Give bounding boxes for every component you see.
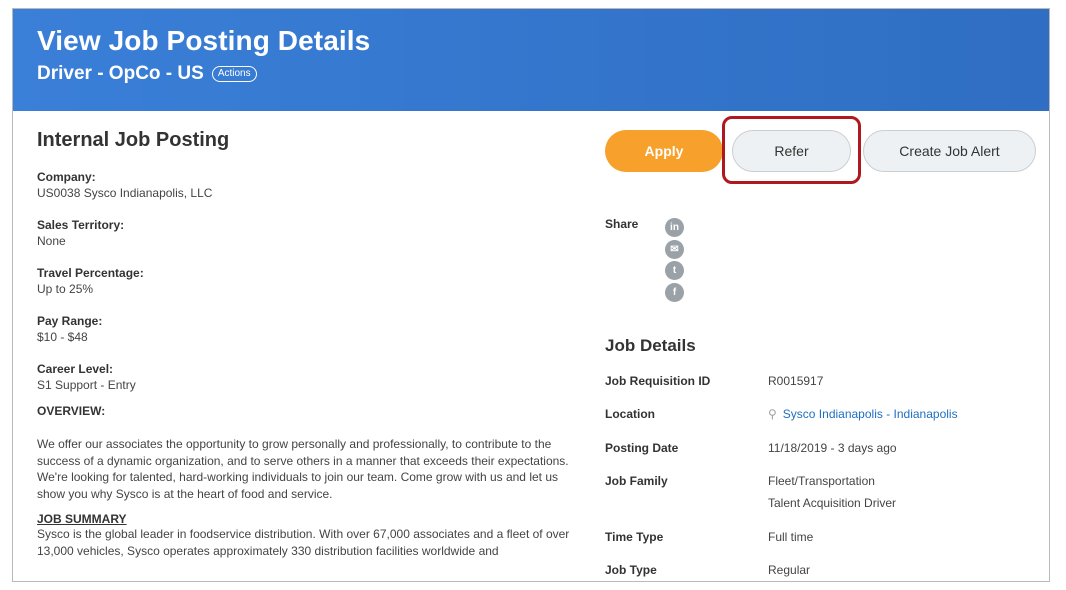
linkedin-icon[interactable]: in [665, 218, 684, 237]
field-label: Pay Range: [37, 314, 103, 328]
detail-value: R0015917 [768, 374, 824, 388]
detail-label: Job Type [605, 563, 657, 577]
field-value: $10 - $48 [37, 330, 88, 344]
overview-label: OVERVIEW: [37, 404, 106, 418]
email-icon[interactable]: ✉ [665, 240, 684, 259]
share-label: Share [605, 217, 639, 231]
page-title: View Job Posting Details [37, 25, 371, 56]
job-details-heading: Job Details [605, 336, 696, 355]
posting-content: Internal Job Posting Company: US0038 Sys… [37, 129, 585, 559]
location-link[interactable]: Sysco Indianapolis - Indianapolis [783, 407, 958, 421]
detail-value: Regular [768, 563, 811, 577]
location-pin-icon: ⚲ [768, 407, 777, 421]
field-label: Company: [37, 170, 96, 184]
detail-label: Job Requisition ID [605, 374, 711, 388]
detail-value: Full time [768, 530, 814, 544]
field-value: S1 Support - Entry [37, 378, 136, 392]
page-header: View Job Posting Details Driver - OpCo -… [13, 9, 1049, 111]
job-summary-label: JOB SUMMARY [37, 512, 127, 526]
detail-label: Location [605, 407, 655, 421]
detail-label: Posting Date [605, 441, 679, 455]
facebook-icon[interactable]: f [665, 283, 684, 302]
page-subtitle: Driver - OpCo - US Actions [37, 63, 257, 85]
detail-value: 11/18/2019 - 3 days ago [768, 441, 897, 455]
field-value: None [37, 234, 66, 248]
create-job-alert-button[interactable]: Create Job Alert [863, 130, 1036, 172]
twitter-icon[interactable]: t [665, 261, 684, 280]
detail-value: ⚲ Sysco Indianapolis - Indianapolis [768, 403, 1038, 425]
field-value: Up to 25% [37, 282, 94, 296]
detail-value: Fleet/Transportation Talent Acquisition … [768, 470, 1038, 514]
job-posting-name: Driver - OpCo - US [37, 63, 204, 84]
field-label: Sales Territory: [37, 218, 125, 232]
career-level-field: Career Level: S1 Support - Entry [37, 362, 585, 392]
pay-range-field: Pay Range: $10 - $48 [37, 314, 585, 344]
apply-button[interactable]: Apply [605, 130, 723, 172]
field-value: US0038 Sysco Indianapolis, LLC [37, 186, 213, 200]
detail-label: Job Family [605, 474, 668, 488]
field-label: Travel Percentage: [37, 266, 144, 280]
job-summary-text: Sysco is the global leader in foodservic… [37, 527, 570, 558]
refer-highlight-box [722, 116, 861, 184]
field-label: Career Level: [37, 362, 114, 376]
job-family-value-2: Talent Acquisition Driver [768, 496, 897, 510]
overview-text: We offer our associates the opportunity … [37, 437, 569, 501]
actions-button[interactable]: Actions [211, 66, 257, 82]
job-family-value: Fleet/Transportation [768, 474, 875, 488]
job-posting-window: View Job Posting Details Driver - OpCo -… [12, 8, 1050, 582]
detail-label: Time Type [605, 530, 664, 544]
sales-territory-field: Sales Territory: None [37, 218, 585, 248]
travel-percentage-field: Travel Percentage: Up to 25% [37, 266, 585, 296]
posting-heading: Internal Job Posting [37, 129, 230, 151]
company-field: Company: US0038 Sysco Indianapolis, LLC [37, 170, 585, 200]
